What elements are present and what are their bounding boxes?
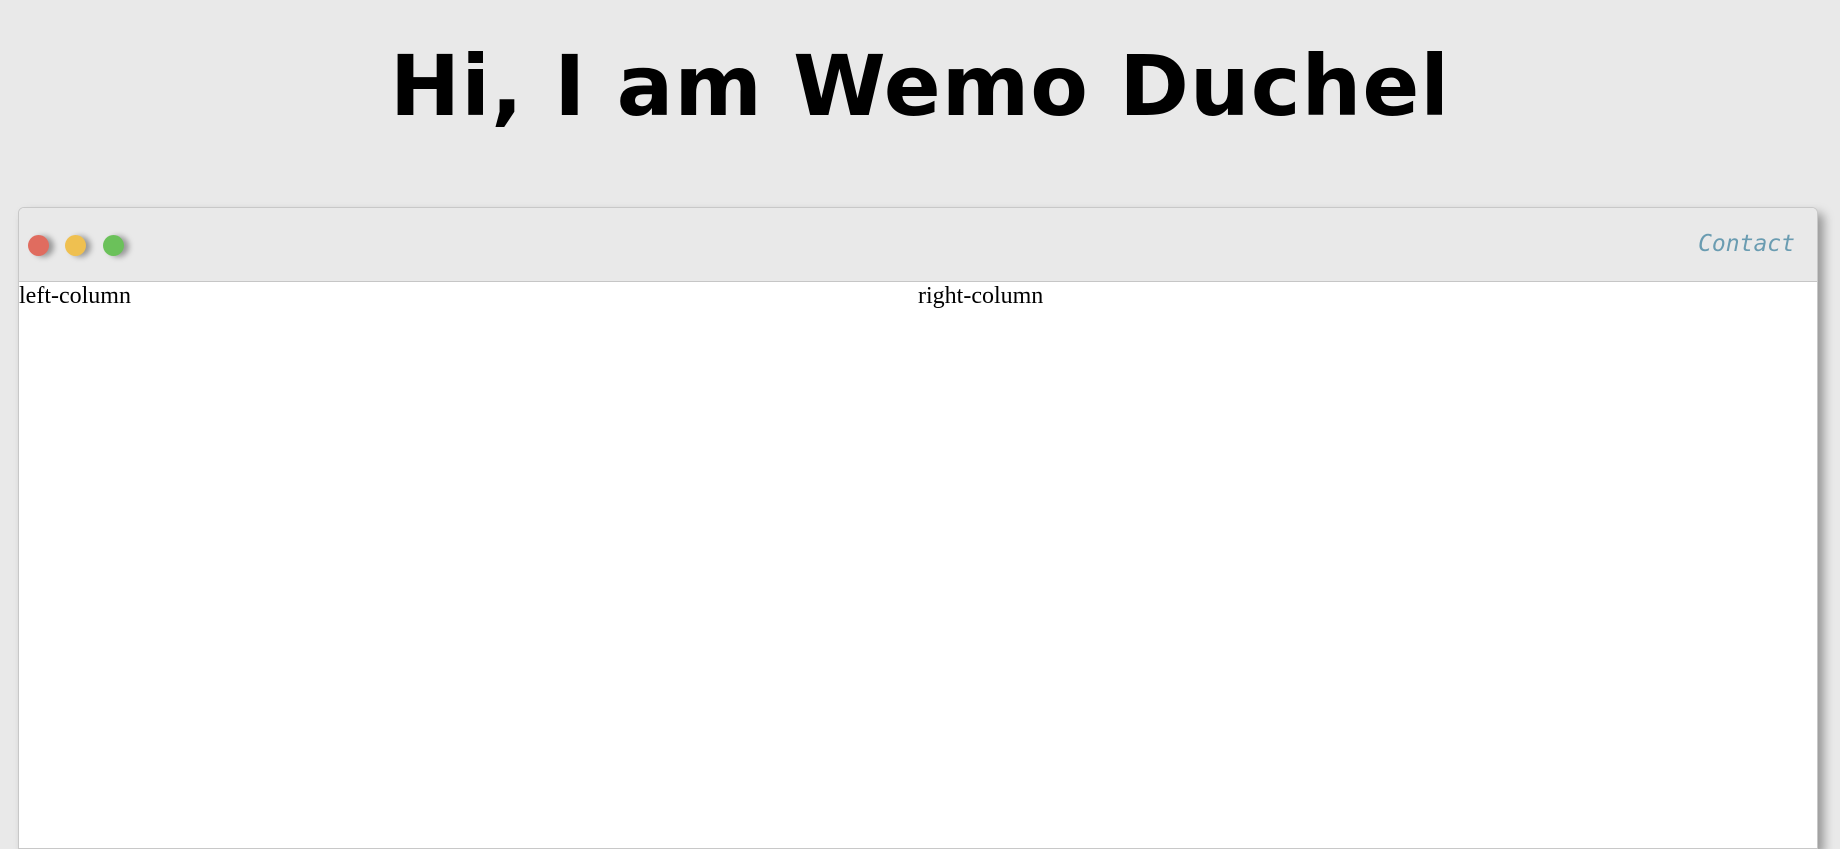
page-title: Hi, I am Wemo Duchel [389,37,1451,135]
minimize-window-button[interactable] [65,235,86,256]
window-content: left-column right-column [19,282,1817,848]
window-titlebar: Contact [19,208,1817,282]
right-column: right-column [918,283,1044,309]
page-header: Hi, I am Wemo Duchel [0,0,1840,180]
browser-window: Contact left-column right-column [18,207,1818,849]
contact-link[interactable]: Contact [1698,228,1795,260]
maximize-window-button[interactable] [103,235,124,256]
left-column: left-column [19,283,131,309]
close-window-button[interactable] [28,235,49,256]
